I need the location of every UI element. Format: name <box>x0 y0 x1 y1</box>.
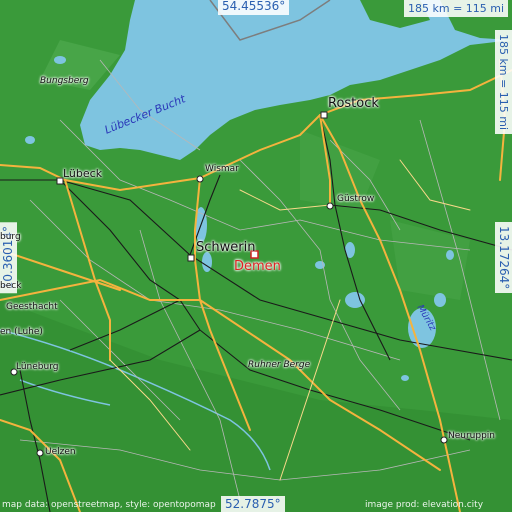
scale-horizontal: 185 km = 115 mi <box>404 0 509 17</box>
city-luneburg: Lüneburg <box>16 362 59 372</box>
map-view[interactable]: 54.45536° 52.7875° 10.36014° 13.17264° 1… <box>0 0 512 512</box>
city-schwerin: Schwerin <box>196 240 256 255</box>
city-geesthacht: Geesthacht <box>6 302 58 312</box>
city-neuruppin: Neuruppin <box>448 431 496 441</box>
city-gustrow: Güstrow <box>337 194 375 204</box>
city-beck: beck <box>0 281 22 291</box>
map-credit: map data: openstreetmap, style: opentopo… <box>2 500 216 510</box>
city-luhe: en (Luhe) <box>0 327 43 337</box>
bottom-coordinate: 52.7875° <box>221 496 285 512</box>
city-lubeck: Lübeck <box>63 167 103 180</box>
city-uelzen: Uelzen <box>45 447 76 457</box>
city-ruhner-berge: Ruhner Berge <box>248 360 311 370</box>
city-rostock: Rostock <box>328 96 379 111</box>
city-wismar: Wismar <box>205 164 239 174</box>
scale-vertical: 185 km = 115 mi <box>495 30 512 135</box>
image-credit: image prod: elevation.city <box>365 500 484 510</box>
target-label: Demen <box>234 259 281 274</box>
city-bungsberg: Bungsberg <box>40 76 89 86</box>
city-burg: burg <box>0 232 21 242</box>
right-coordinate: 13.17264° <box>495 222 512 294</box>
top-coordinate: 54.45536° <box>218 0 290 15</box>
